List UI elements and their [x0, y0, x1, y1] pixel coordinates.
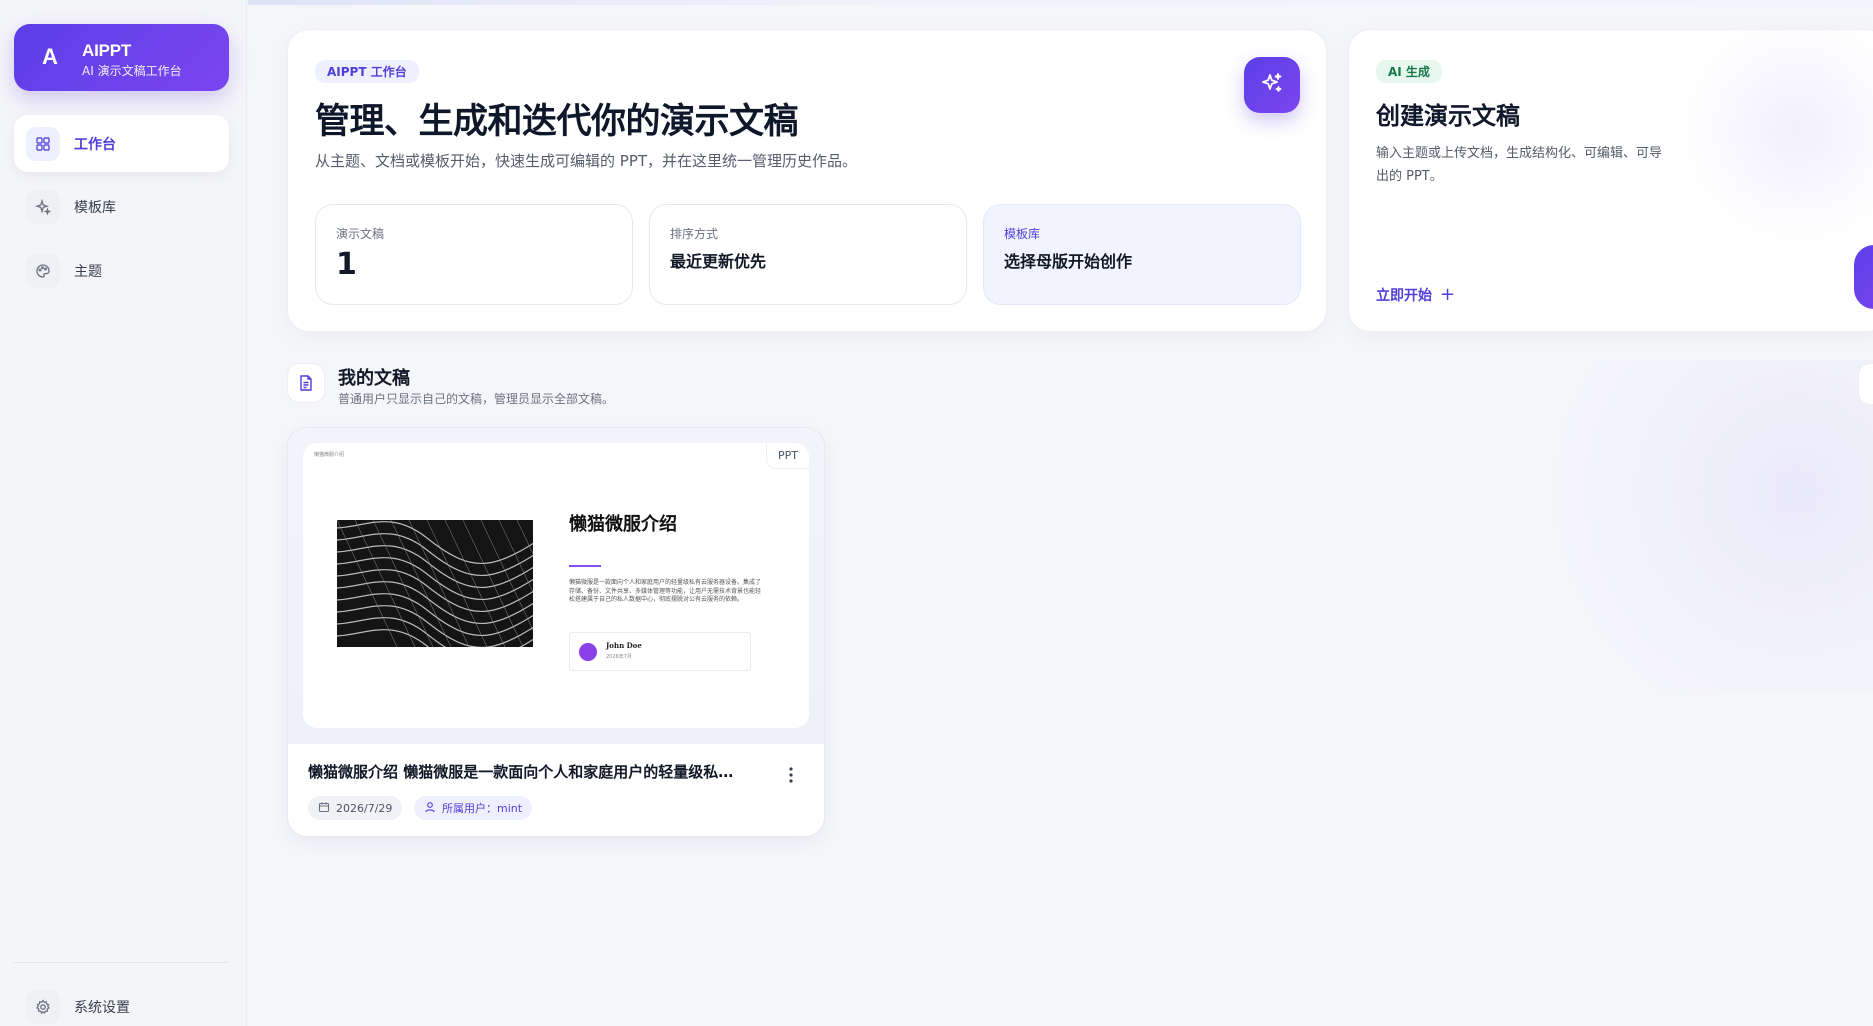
- author-date: 2026年7月: [606, 654, 632, 660]
- sidebar-divider: [14, 962, 229, 963]
- plus-icon: +: [1440, 284, 1456, 305]
- stat-value: 最近更新优先: [670, 252, 767, 271]
- stat-label: 模板库: [1004, 227, 1041, 241]
- stat-template-library[interactable]: 模板库 选择母版开始创作: [983, 204, 1301, 305]
- stat-documents: 演示文稿 1: [315, 204, 633, 305]
- card-glow: [1667, 30, 1873, 240]
- document-preview-frame: PPT 懒猫微服介绍 懒猫微服介绍 懒猫微服是一款面向个人和家庭用户的轻量级私有…: [288, 428, 824, 743]
- hero-card: AIPPT 工作台 管理、生成和迭代你的演示文稿 从主题、文档或模板开始，快速生…: [287, 29, 1327, 332]
- gear-icon: [26, 990, 60, 1024]
- page-title: 管理、生成和迭代你的演示文稿: [315, 102, 799, 142]
- brand-subtitle: AI 演示文稿工作台: [82, 64, 182, 78]
- settings-label: 系统设置: [74, 1000, 130, 1016]
- slide-body: 懒猫微服是一款面向个人和家庭用户的轻量级私有云服务器设备。集成了存储、备份、文件…: [569, 579, 762, 603]
- kebab-menu-icon: [789, 767, 793, 787]
- hero-badge: AIPPT 工作台: [315, 60, 419, 83]
- sidebar-item-workbench[interactable]: 工作台: [14, 115, 229, 172]
- ai-sparkle-button[interactable]: [1244, 57, 1300, 113]
- user-icon: [424, 801, 436, 816]
- slide-header-text: 懒猫微服介绍: [314, 452, 345, 458]
- slide-author-box: John Doe 2026年7月: [569, 632, 751, 671]
- sidebar-item-themes[interactable]: 主题: [14, 242, 229, 299]
- page-subtitle: 从主题、文档或模板开始，快速生成可编辑的 PPT，并在这里统一管理历史作品。: [315, 152, 858, 170]
- stat-value: 1: [336, 247, 357, 282]
- ai-create-card: AI 生成 创建演示文稿 输入主题或上传文档，生成结构化、可编辑、可导出的 PP…: [1348, 29, 1873, 332]
- sidebar-item-templates[interactable]: 模板库: [14, 178, 229, 235]
- slide-image: [303, 519, 578, 672]
- start-now-link[interactable]: 立即开始 +: [1376, 284, 1455, 305]
- sparkle-icon: [26, 189, 60, 224]
- section-action-button[interactable]: [1858, 363, 1873, 405]
- top-loading-strip: [248, 0, 1873, 5]
- section-subtitle: 普通用户只显示自己的文稿，管理员显示全部文稿。: [338, 392, 615, 406]
- palette-icon: [26, 253, 60, 288]
- more-options-button[interactable]: [778, 764, 804, 790]
- document-icon: [287, 363, 325, 403]
- sidebar-item-label: 模板库: [74, 199, 116, 216]
- sidebar: A AIPPT AI 演示文稿工作台 工作台 模板库 主题 系统设置: [0, 0, 247, 1026]
- grid-icon: [26, 126, 60, 161]
- sidebar-item-label: 主题: [74, 263, 102, 280]
- ai-badge: AI 生成: [1376, 60, 1442, 83]
- slide-title: 懒猫微服介绍: [569, 514, 677, 535]
- section-title: 我的文稿: [338, 368, 410, 389]
- document-card[interactable]: PPT 懒猫微服介绍 懒猫微服介绍 懒猫微服是一款面向个人和家庭用户的轻量级私有…: [287, 427, 825, 837]
- create-fab-button[interactable]: [1854, 245, 1873, 309]
- sidebar-item-settings[interactable]: 系统设置: [14, 987, 229, 1026]
- ai-card-title: 创建演示文稿: [1376, 102, 1520, 130]
- card-divider: [288, 743, 824, 744]
- document-date: 2026/7/29: [336, 801, 393, 815]
- stat-sort-order[interactable]: 排序方式 最近更新优先: [649, 204, 967, 305]
- ai-card-description: 输入主题或上传文档，生成结构化、可编辑、可导出的 PPT。: [1376, 146, 1663, 184]
- brand-logo-letter: A: [42, 44, 58, 69]
- sparkle-icon: [1260, 71, 1284, 99]
- sidebar-item-label: 工作台: [74, 136, 116, 153]
- slide-accent-line: [569, 565, 601, 567]
- brand-title: AIPPT: [82, 41, 132, 60]
- file-type-badge: PPT: [766, 443, 809, 469]
- author-name: John Doe: [606, 641, 642, 650]
- document-owner: 所属用户：mint: [442, 802, 523, 815]
- stat-label: 排序方式: [670, 227, 719, 241]
- app-root: A AIPPT AI 演示文稿工作台 工作台 模板库 主题 系统设置 AIPPT…: [0, 0, 1873, 1026]
- date-tag: 2026/7/29: [308, 796, 403, 820]
- stat-value: 选择母版开始创作: [1004, 252, 1133, 271]
- background-glow: [1493, 360, 1873, 690]
- owner-tag: 所属用户：mint: [414, 796, 533, 820]
- start-now-label: 立即开始: [1376, 287, 1432, 304]
- slide-thumbnail[interactable]: PPT 懒猫微服介绍 懒猫微服介绍 懒猫微服是一款面向个人和家庭用户的轻量级私有…: [303, 443, 809, 728]
- calendar-icon: [318, 801, 330, 816]
- document-title[interactable]: 懒猫微服介绍 懒猫微服是一款面向个人和家庭用户的轻量级私有云服务器设备: [308, 761, 748, 782]
- author-avatar: [579, 643, 597, 661]
- stat-label: 演示文稿: [336, 227, 385, 241]
- brand-card[interactable]: A AIPPT AI 演示文稿工作台: [14, 24, 229, 91]
